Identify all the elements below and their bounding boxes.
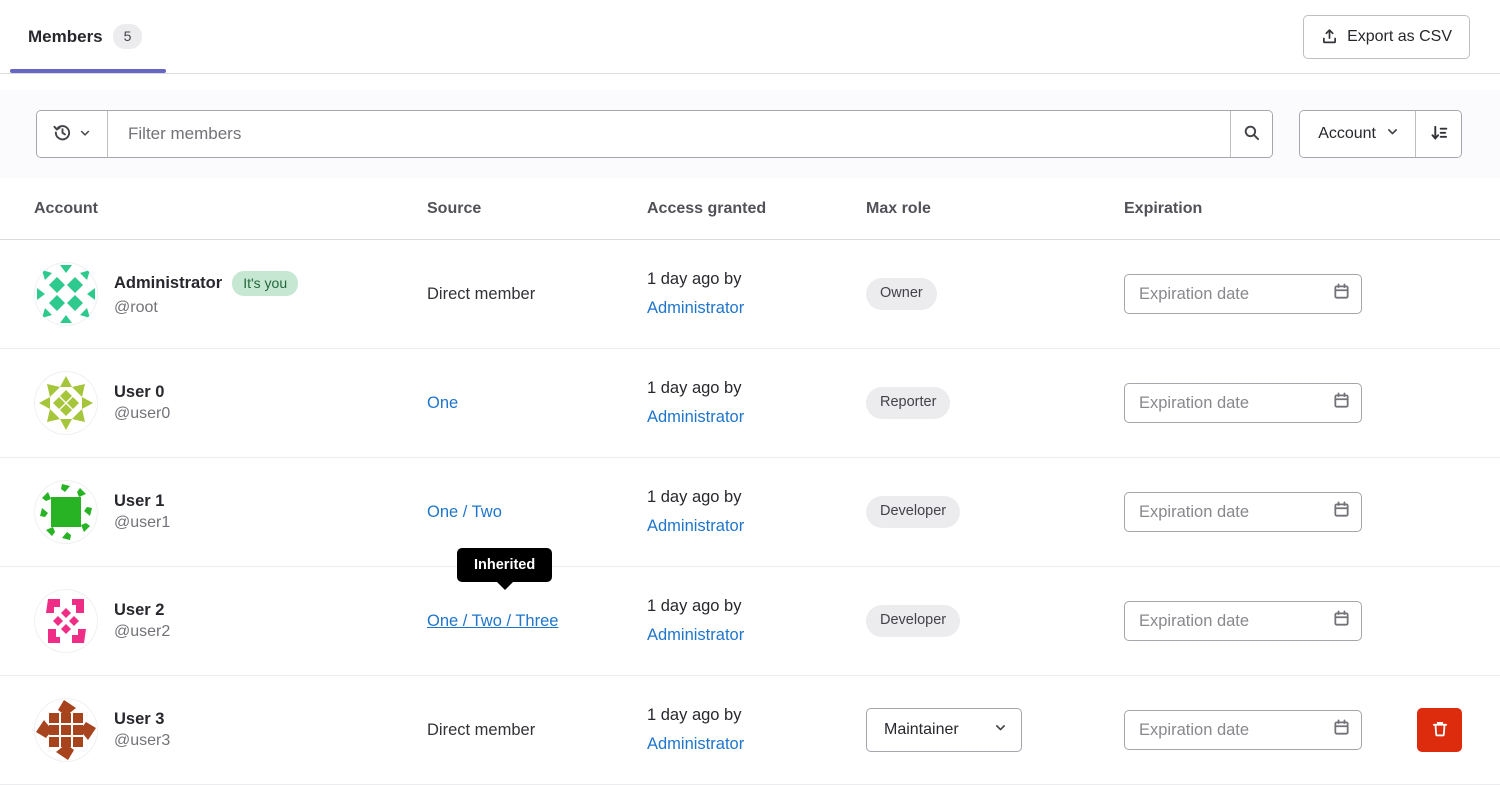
granted-by-link[interactable]: Administrator xyxy=(647,517,744,535)
member-username: @user3 xyxy=(114,732,170,750)
chevron-down-icon xyxy=(1386,125,1399,143)
source-link[interactable]: One / Two / Three xyxy=(427,612,558,630)
granted-by-link[interactable]: Administrator xyxy=(647,408,744,426)
avatar xyxy=(34,589,98,653)
page-header: Members 5 Export as CSV xyxy=(0,0,1500,74)
granted-by-link[interactable]: Administrator xyxy=(647,626,744,644)
column-header-access: Access granted xyxy=(647,200,866,218)
filter-members-input[interactable] xyxy=(108,111,1230,157)
chevron-down-icon xyxy=(994,721,1007,739)
max-role-badge: Reporter xyxy=(866,387,950,419)
export-icon xyxy=(1321,28,1338,45)
expiration-date-input[interactable] xyxy=(1124,383,1362,423)
access-granted-cell: 1 day ago by Administrator xyxy=(647,592,866,650)
max-role-badge: Developer xyxy=(866,605,960,637)
tab-members-label: Members xyxy=(28,27,103,47)
source-link[interactable]: One xyxy=(427,394,458,412)
filter-search-group xyxy=(36,110,1273,158)
table-row: User 3 @user3 Direct member 1 day ago by… xyxy=(0,676,1500,785)
avatar xyxy=(34,480,98,544)
expiration-date-input[interactable] xyxy=(1124,710,1362,750)
avatar xyxy=(34,698,98,762)
expiration-date-input[interactable] xyxy=(1124,492,1362,532)
tab-members[interactable]: Members 5 xyxy=(10,0,166,73)
export-csv-label: Export as CSV xyxy=(1347,28,1452,46)
sort-descending-icon xyxy=(1430,124,1448,145)
filter-history-button[interactable] xyxy=(37,111,108,157)
max-role-label: Maintainer xyxy=(884,721,959,739)
chevron-down-icon xyxy=(79,127,91,142)
search-button[interactable] xyxy=(1230,111,1272,157)
member-username: @user2 xyxy=(114,623,170,641)
source-link[interactable]: One / Two xyxy=(427,503,502,521)
access-granted-cell: 1 day ago by Administrator xyxy=(647,483,866,541)
max-role-badge: Owner xyxy=(866,278,937,310)
sort-group: Account xyxy=(1299,110,1462,158)
table-row: User 2 @user2 Inherited One / Two / Thre… xyxy=(0,567,1500,676)
search-icon xyxy=(1243,124,1261,145)
source-cell: Direct member xyxy=(427,721,647,740)
granted-by-link[interactable]: Administrator xyxy=(647,735,744,753)
granted-time: 1 day ago by xyxy=(647,374,866,403)
table-row: Administrator It's you @root Direct memb… xyxy=(0,240,1500,349)
granted-time: 1 day ago by xyxy=(647,701,866,730)
sort-field-dropdown[interactable]: Account xyxy=(1300,111,1416,157)
remove-member-button[interactable] xyxy=(1417,708,1462,752)
sort-field-label: Account xyxy=(1318,125,1376,143)
table-row: User 1 @user1 One / Two 1 day ago by Adm… xyxy=(0,458,1500,567)
access-granted-cell: 1 day ago by Administrator xyxy=(647,265,866,323)
member-name: User 0 xyxy=(114,383,164,402)
trash-icon xyxy=(1431,720,1449,741)
max-role-badge: Developer xyxy=(866,496,960,528)
inherited-tooltip: Inherited xyxy=(457,548,552,582)
member-username: @user0 xyxy=(114,405,170,423)
access-granted-cell: 1 day ago by Administrator xyxy=(647,374,866,432)
its-you-badge: It's you xyxy=(232,271,298,295)
member-name: User 3 xyxy=(114,710,164,729)
table-row: User 0 @user0 One 1 day ago by Administr… xyxy=(0,349,1500,458)
members-count-badge: 5 xyxy=(113,24,143,48)
access-granted-cell: 1 day ago by Administrator xyxy=(647,701,866,759)
column-header-source: Source xyxy=(427,200,647,218)
column-header-maxrole: Max role xyxy=(866,200,1124,218)
max-role-dropdown[interactable]: Maintainer xyxy=(866,708,1022,752)
filter-bar: Account xyxy=(0,90,1500,178)
granted-time: 1 day ago by xyxy=(647,265,866,294)
members-table: Account Source Access granted Max role E… xyxy=(0,178,1500,785)
granted-by-link[interactable]: Administrator xyxy=(647,299,744,317)
avatar xyxy=(34,371,98,435)
export-csv-button[interactable]: Export as CSV xyxy=(1303,15,1470,59)
member-username: @root xyxy=(114,299,298,317)
column-header-account: Account xyxy=(34,200,427,218)
expiration-date-input[interactable] xyxy=(1124,274,1362,314)
history-icon xyxy=(53,123,72,145)
member-name: User 2 xyxy=(114,601,164,620)
expiration-date-input[interactable] xyxy=(1124,601,1362,641)
member-username: @user1 xyxy=(114,514,170,532)
granted-time: 1 day ago by xyxy=(647,592,866,621)
table-header-row: Account Source Access granted Max role E… xyxy=(0,178,1500,240)
granted-time: 1 day ago by xyxy=(647,483,866,512)
source-cell: Direct member xyxy=(427,285,647,304)
column-header-expiration: Expiration xyxy=(1124,200,1395,218)
avatar xyxy=(34,262,98,326)
member-name: Administrator xyxy=(114,274,222,293)
sort-direction-button[interactable] xyxy=(1416,111,1461,157)
member-name: User 1 xyxy=(114,492,164,511)
